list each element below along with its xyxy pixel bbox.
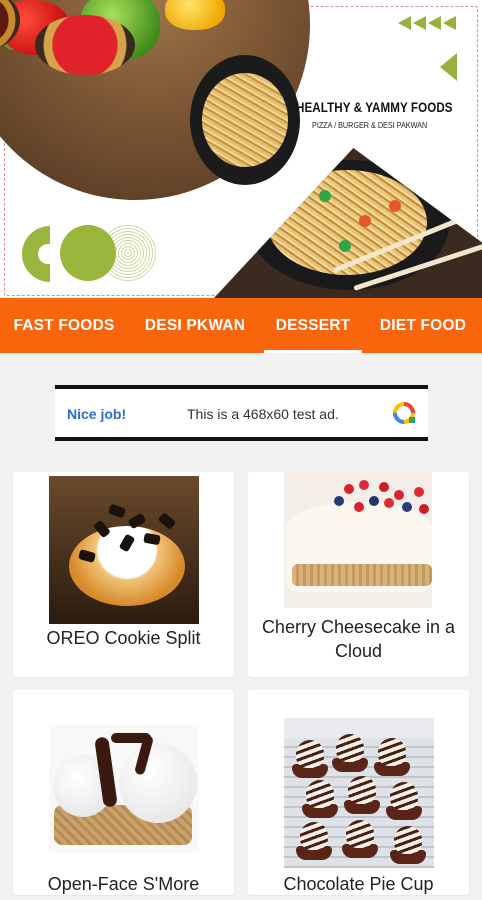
tab-desi-pkwan[interactable]: DESI PKWAN: [128, 298, 262, 353]
dessert-card[interactable]: Open-Face S'More: [13, 690, 234, 895]
tab-diet-food[interactable]: DIET FOOD: [364, 298, 482, 353]
hero-banner: HEALTHY & YAMMY FOODS PIZZA / BURGER & D…: [0, 0, 482, 298]
triangle-decoration-icon: [440, 53, 457, 81]
ad-text: This is a 468x60 test ad.: [187, 406, 339, 422]
category-tabs: FAST FOODS DESI PKWAN DESSERT DIET FOOD: [0, 298, 482, 353]
ad-logo-icon: [393, 402, 415, 424]
brand-subtitle: PIZZA / BURGER & DESI PAKWAN: [312, 120, 428, 130]
dessert-title: Open-Face S'More: [47, 874, 200, 894]
open-face-smore-image: [49, 725, 199, 853]
brand-title: HEALTHY & YAMMY FOODS: [296, 100, 453, 115]
dessert-title: OREO Cookie Split: [46, 628, 201, 648]
cherry-cheesecake-image: [284, 472, 432, 608]
ketchup-bowl: [35, 15, 135, 75]
oreo-cookie-split-image: [49, 476, 199, 624]
dessert-card[interactable]: OREO Cookie Split: [13, 472, 234, 677]
dessert-title: Cherry Cheesecake in a Cloud: [261, 617, 456, 661]
tab-fast-foods[interactable]: FAST FOODS: [0, 298, 128, 353]
dessert-card[interactable]: Chocolate Pie Cup: [248, 690, 469, 895]
dessert-card[interactable]: Cherry Cheesecake in a Cloud: [248, 472, 469, 677]
noodle-plate-image: [190, 55, 300, 185]
chocolate-pie-cup-image: [284, 718, 434, 868]
circle-decoration-icon: [60, 225, 116, 281]
ad-banner[interactable]: Nice job! This is a 468x60 test ad.: [55, 385, 428, 441]
ad-badge: Nice job!: [67, 406, 127, 422]
dessert-title: Chocolate Pie Cup: [283, 874, 434, 894]
tab-dessert[interactable]: DESSERT: [262, 298, 364, 353]
yellow-pepper: [165, 0, 225, 30]
arrows-decoration-icon: [398, 16, 456, 30]
